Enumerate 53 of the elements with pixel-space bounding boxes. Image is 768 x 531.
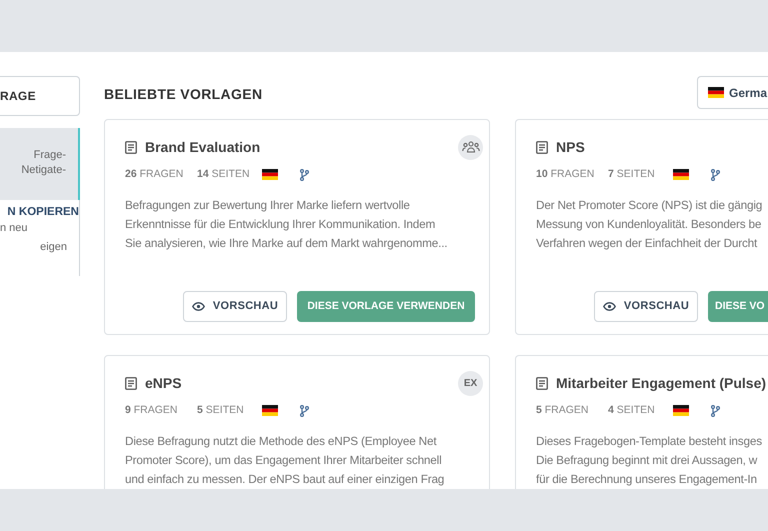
eye-icon [192,302,205,311]
section-title: BELIEBTE VORLAGEN [104,85,262,104]
sidebar-item[interactable]: Frage- Netigate- [0,128,80,200]
category-badge: EX [458,370,483,396]
template-description: Erkenntnisse für die Entwicklung Ihrer Kommunikation. Indem [125,216,436,233]
template-description: Die Befragung beginnt mit drei Aussagen, w [536,452,758,469]
template-description: Messung von Kundenloyalität. Besonders be [536,216,762,233]
branch-icon [300,404,309,417]
sidebar-item-title: N KOPIEREN [7,205,79,220]
template-description: Der Net Promoter Score (NPS) ist die gängig [536,196,764,214]
branch-icon [300,168,309,181]
template-description: Sie analysieren, wie Ihre Marke auf dem Markt wahrgenomme... [125,234,448,252]
template-title: Mitarbeiter Engagement (Pulse) [556,374,766,393]
german-flag-icon [673,169,689,180]
template-description: Verfahren wegen der Einfachheit der Durcht [536,234,758,252]
eye-icon [602,302,616,311]
german-flag-icon [262,169,278,180]
template-description: Diese Befragung nutzt die Methode des eNPS (Employee Net [125,432,438,450]
template-title: NPS [556,138,585,156]
sidebar-item-text: eigen [40,240,67,256]
sidebar-item[interactable]: eigen [0,236,79,276]
language-dropdown[interactable]: Germa [697,76,768,109]
document-icon [125,140,137,154]
question-count: 10 FRAGEN [536,167,596,182]
template-description: Befragungen zur Bewertung Ihrer Marke liefern wertvolle [125,196,411,214]
template-description: und einfach zu messen. Der eNPS baut auf einer einzigen Frag [125,470,446,488]
preview-button[interactable]: VORSCHAU [594,291,698,322]
branch-icon [711,168,720,181]
document-icon [536,140,548,154]
page-count: 5 SEITEN [197,403,245,418]
german-flag-icon [673,405,689,416]
sidebar-item-text: Frage- [34,148,66,163]
preview-button[interactable]: VORSCHAU [183,291,287,322]
template-title: Brand Evaluation [145,138,260,156]
sidebar-item-text: n neu [0,221,28,236]
template-description: für die Berechnung unseres Engagement-In [536,470,758,488]
question-count: 26 FRAGEN [125,167,184,182]
document-icon [536,376,548,390]
create-survey-button[interactable]: RAGE [0,76,80,116]
question-count: 5 FRAGEN [536,403,590,418]
template-description: Dieses Fragebogen-Template besteht insges [536,432,763,450]
german-flag-icon [262,405,278,416]
template-title: eNPS [145,374,182,392]
question-count: 9 FRAGEN [125,403,179,418]
people-icon [462,141,480,153]
sidebar-item-text: Netigate- [21,163,66,178]
template-description: Promoter Score), um das Engagement Ihrer Mitarbeiter schnell [125,452,442,469]
page-count: 14 SEITEN [197,167,251,182]
page-count: 4 SEITEN [608,403,656,418]
page-count: 7 SEITEN [608,167,656,182]
branch-icon [711,404,720,417]
document-icon [125,376,137,390]
german-flag-icon [708,87,724,98]
